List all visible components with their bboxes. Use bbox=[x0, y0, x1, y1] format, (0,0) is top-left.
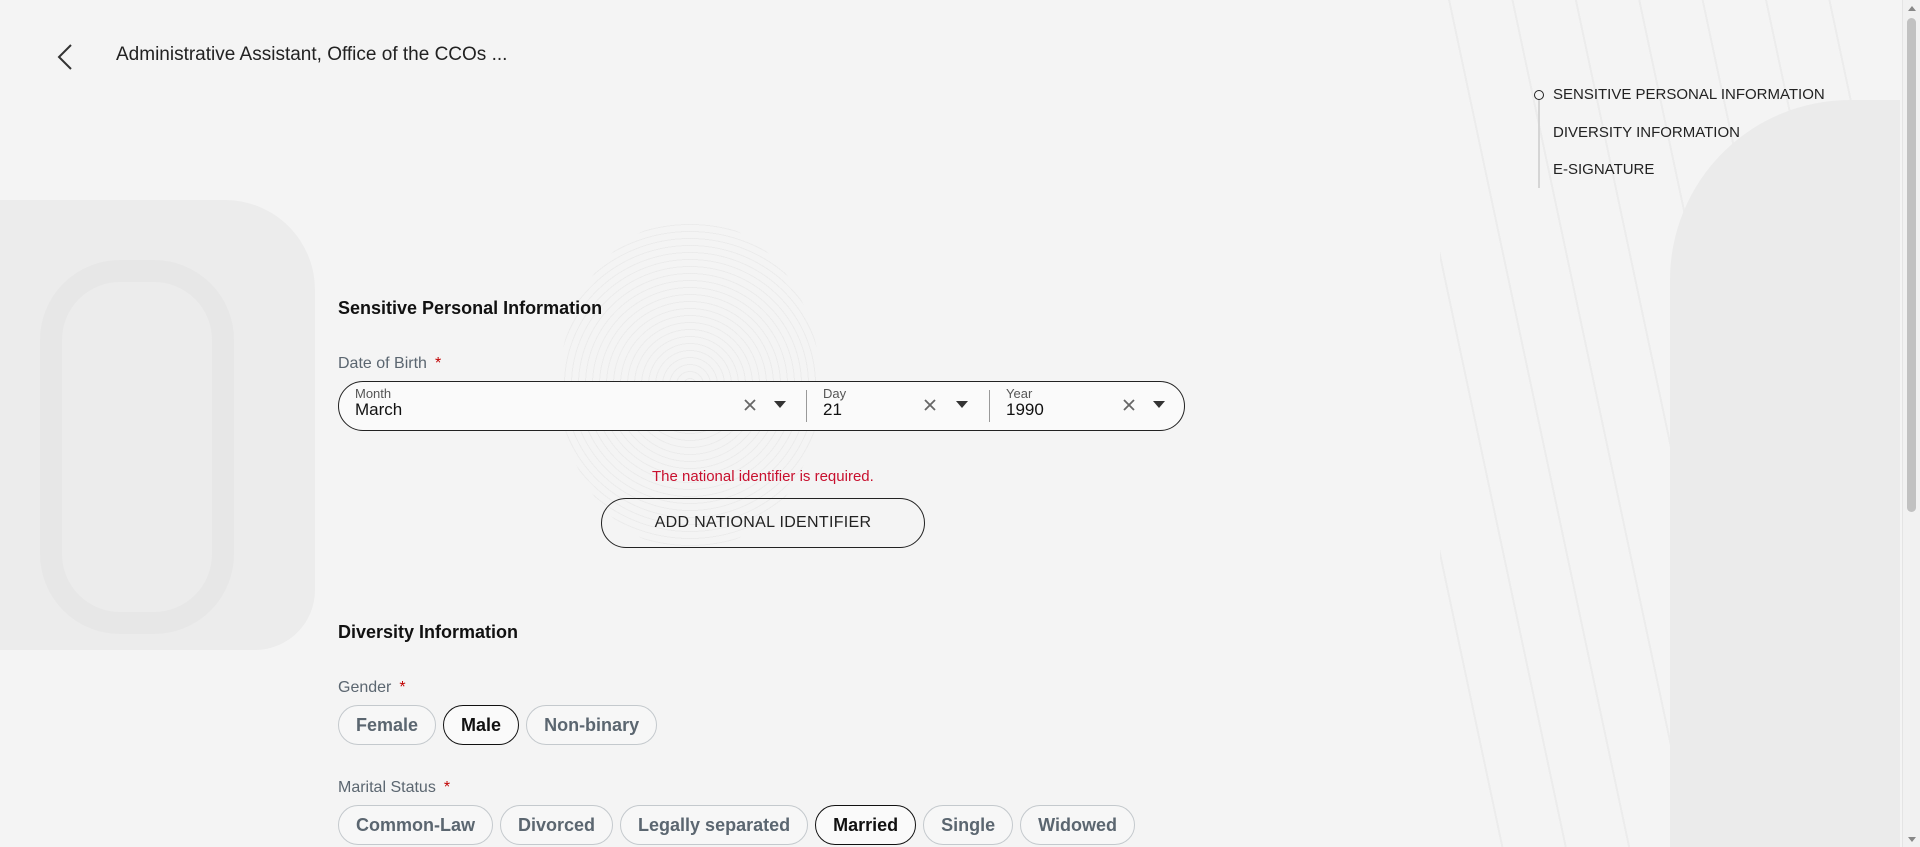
marital-status-options: Common-Law Divorced Legally separated Ma… bbox=[338, 805, 1135, 845]
background-shape-left-inner bbox=[40, 260, 234, 634]
marital-option-divorced[interactable]: Divorced bbox=[500, 805, 614, 845]
vertical-scrollbar[interactable] bbox=[1902, 0, 1920, 847]
day-value: 21 bbox=[823, 400, 842, 419]
anchor-item-sensitive-personal-information[interactable]: SENSITIVE PERSONAL INFORMATION bbox=[1553, 86, 1825, 103]
back-button[interactable] bbox=[52, 40, 78, 74]
chevron-left-icon bbox=[57, 44, 72, 70]
scrollbar-thumb[interactable] bbox=[1907, 18, 1916, 512]
month-chevron-down-icon[interactable] bbox=[769, 394, 791, 416]
marital-option-legally-separated[interactable]: Legally separated bbox=[620, 805, 809, 845]
active-indicator-icon bbox=[1534, 90, 1544, 100]
scroll-down-arrow-icon[interactable] bbox=[1903, 831, 1920, 847]
marital-status-label: Marital Status * bbox=[338, 779, 450, 797]
year-sub-label: Year bbox=[1006, 386, 1033, 401]
background-shape-right bbox=[1670, 100, 1900, 847]
gender-option-female[interactable]: Female bbox=[338, 705, 437, 745]
national-id-error-message: The national identifier is required. bbox=[652, 468, 874, 485]
month-clear-icon[interactable] bbox=[739, 394, 761, 416]
anchor-nav-track bbox=[1538, 98, 1540, 188]
year-clear-icon[interactable] bbox=[1118, 394, 1140, 416]
gender-option-non-binary[interactable]: Non-binary bbox=[526, 705, 658, 745]
year-select[interactable]: Year 1990 bbox=[990, 382, 1182, 429]
anchor-item-e-signature[interactable]: E-SIGNATURE bbox=[1553, 161, 1654, 178]
gender-label-text: Gender bbox=[338, 679, 392, 696]
marital-status-label-text: Marital Status bbox=[338, 779, 436, 796]
diversity-section-heading: Diversity Information bbox=[338, 622, 519, 642]
dob-label: Date of Birth * bbox=[338, 355, 441, 373]
required-mark: * bbox=[443, 779, 451, 796]
year-chevron-down-icon[interactable] bbox=[1148, 394, 1170, 416]
marital-option-single[interactable]: Single bbox=[923, 805, 1014, 845]
marital-option-married[interactable]: Married bbox=[815, 805, 917, 845]
day-select[interactable]: Day 21 bbox=[807, 382, 989, 429]
dob-label-text: Date of Birth bbox=[338, 355, 427, 372]
day-clear-icon[interactable] bbox=[919, 394, 941, 416]
gender-option-male[interactable]: Male bbox=[443, 705, 520, 745]
day-sub-label: Day bbox=[823, 386, 847, 401]
anchor-item-diversity-information[interactable]: DIVERSITY INFORMATION bbox=[1553, 124, 1740, 141]
scroll-up-arrow-icon[interactable] bbox=[1903, 0, 1920, 16]
background-shape-left bbox=[0, 200, 315, 650]
sensitive-section-heading: Sensitive Personal Information bbox=[338, 298, 603, 318]
day-chevron-down-icon[interactable] bbox=[951, 394, 973, 416]
required-mark: * bbox=[399, 679, 406, 696]
year-value: 1990 bbox=[1006, 400, 1044, 419]
required-mark: * bbox=[434, 355, 442, 372]
marital-option-widowed[interactable]: Widowed bbox=[1020, 805, 1135, 845]
month-sub-label: Month bbox=[355, 386, 392, 401]
add-national-identifier-button[interactable]: ADD NATIONAL IDENTIFIER bbox=[601, 498, 925, 548]
gender-label: Gender * bbox=[338, 679, 406, 697]
page-title: Administrative Assistant, Office of the … bbox=[116, 44, 508, 65]
month-value: March bbox=[355, 400, 403, 419]
month-select[interactable]: Month March bbox=[339, 382, 804, 429]
date-of-birth-field: Month March Day 21 Year 1990 bbox=[338, 381, 1185, 431]
marital-option-common-law[interactable]: Common-Law bbox=[338, 805, 493, 845]
gender-options: Female Male Non-binary bbox=[338, 705, 658, 745]
